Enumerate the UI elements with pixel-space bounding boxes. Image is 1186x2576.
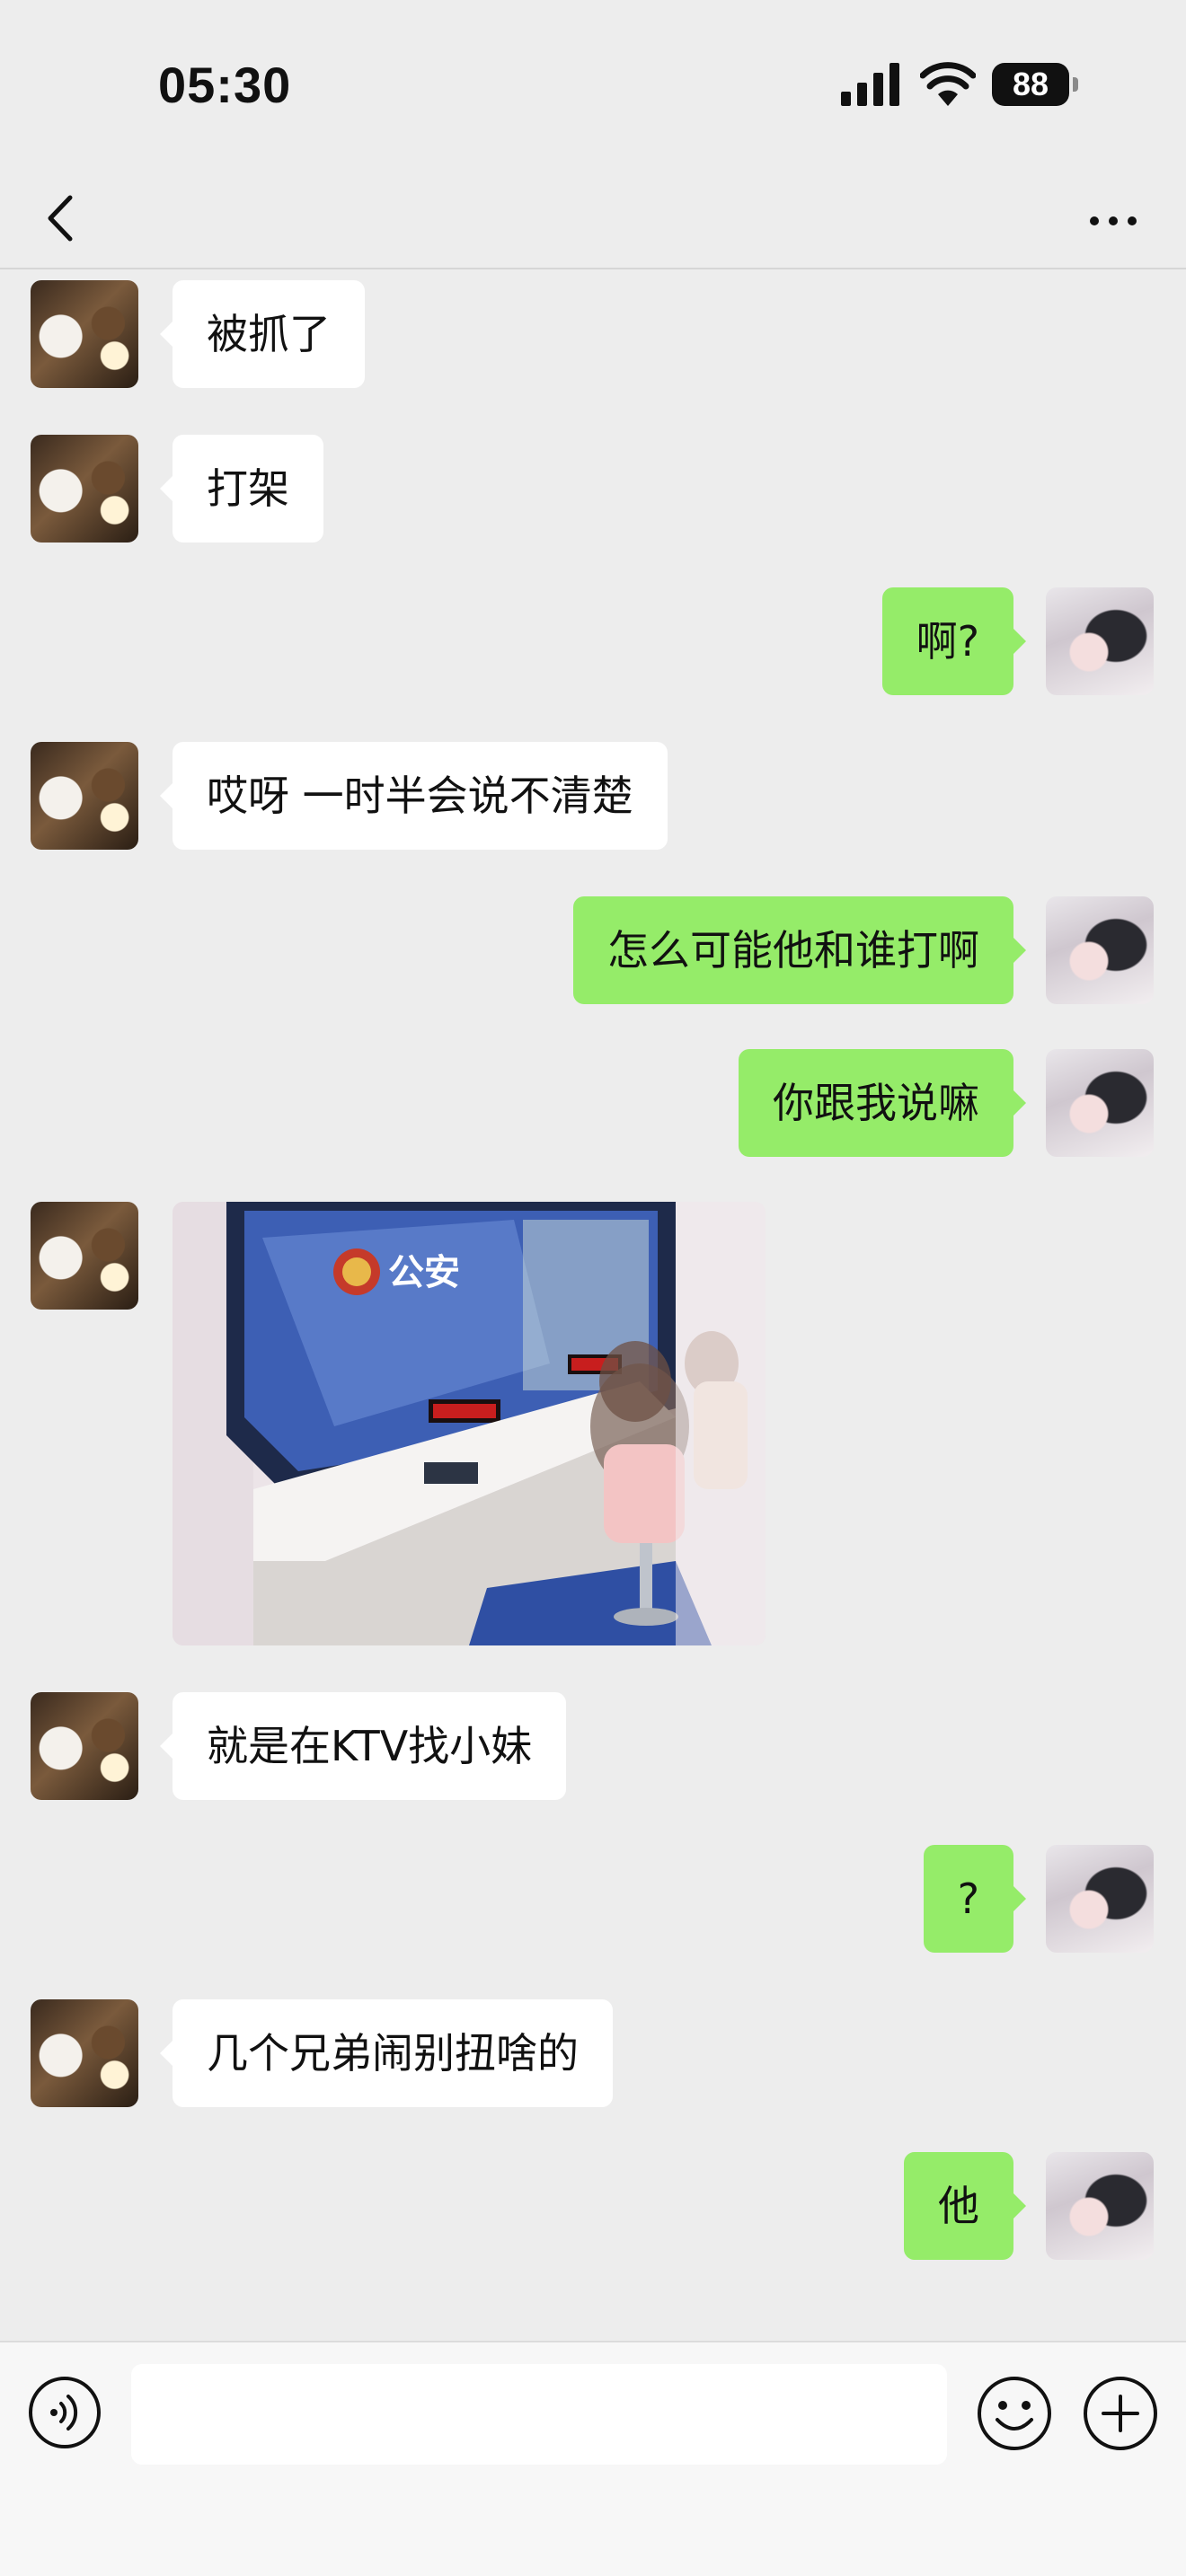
chat-message-list[interactable]: 被抓了 打架 啊? 哎呀 一时半会说不清楚 怎么可能他和谁打啊 你跟我说嘛 公安… <box>0 271 1186 2337</box>
avatar[interactable] <box>1046 896 1154 1004</box>
message-bubble[interactable]: 打架 <box>160 435 323 543</box>
wifi-icon <box>920 62 976 106</box>
battery-icon: 88 <box>992 63 1078 106</box>
image-message[interactable]: 公安 <box>173 1202 766 1645</box>
avatar[interactable] <box>1046 1049 1154 1157</box>
avatar[interactable] <box>31 280 138 388</box>
input-bar <box>0 2341 1186 2576</box>
avatar[interactable] <box>1046 2152 1154 2260</box>
avatar[interactable] <box>31 1999 138 2107</box>
more-dots-icon[interactable] <box>1082 192 1145 246</box>
message-bubble[interactable]: 哎呀 一时半会说不清楚 <box>160 742 668 850</box>
voice-icon[interactable] <box>27 2375 102 2450</box>
avatar[interactable] <box>31 1202 138 1310</box>
chevron-left-icon[interactable] <box>32 187 95 250</box>
message-bubble[interactable]: 就是在KTV找小妹 <box>159 1692 567 1800</box>
status-bar: 05:30 88 <box>0 0 1186 171</box>
avatar[interactable] <box>31 1692 138 1800</box>
chat-screen: 05:30 88 被抓了 打架 啊? 哎呀 一时半会说不清楚 怎么可能他和谁打啊… <box>0 0 1186 2576</box>
plus-icon[interactable] <box>1082 2375 1159 2452</box>
battery-level: 88 <box>992 63 1069 106</box>
message-bubble[interactable]: 被抓了 <box>160 280 365 388</box>
message-bubble[interactable]: 你跟我说嘛 <box>739 1049 1026 1157</box>
message-bubble[interactable]: 怎么可能他和谁打啊 <box>573 896 1026 1004</box>
signal-icon <box>841 63 899 106</box>
message-bubble[interactable]: 啊? <box>881 587 1027 695</box>
emoji-icon[interactable] <box>976 2375 1053 2452</box>
nav-bar <box>0 171 1186 269</box>
status-time: 05:30 <box>158 57 292 113</box>
avatar[interactable] <box>1046 587 1154 695</box>
message-bubble[interactable]: 他 <box>904 2152 1026 2260</box>
message-input[interactable] <box>131 2364 947 2465</box>
photo-police-station: 公安 <box>173 1202 766 1645</box>
message-bubble[interactable]: 几个兄弟闹别扭啥的 <box>160 1999 613 2107</box>
police-sign-text: 公安 <box>388 1252 460 1293</box>
avatar[interactable] <box>31 435 138 543</box>
battery-tip <box>1073 77 1078 92</box>
message-row: 公安 <box>0 1202 1186 1645</box>
avatar[interactable] <box>1046 1845 1154 1953</box>
avatar[interactable] <box>31 742 138 850</box>
message-bubble[interactable]: ? <box>923 1845 1027 1953</box>
